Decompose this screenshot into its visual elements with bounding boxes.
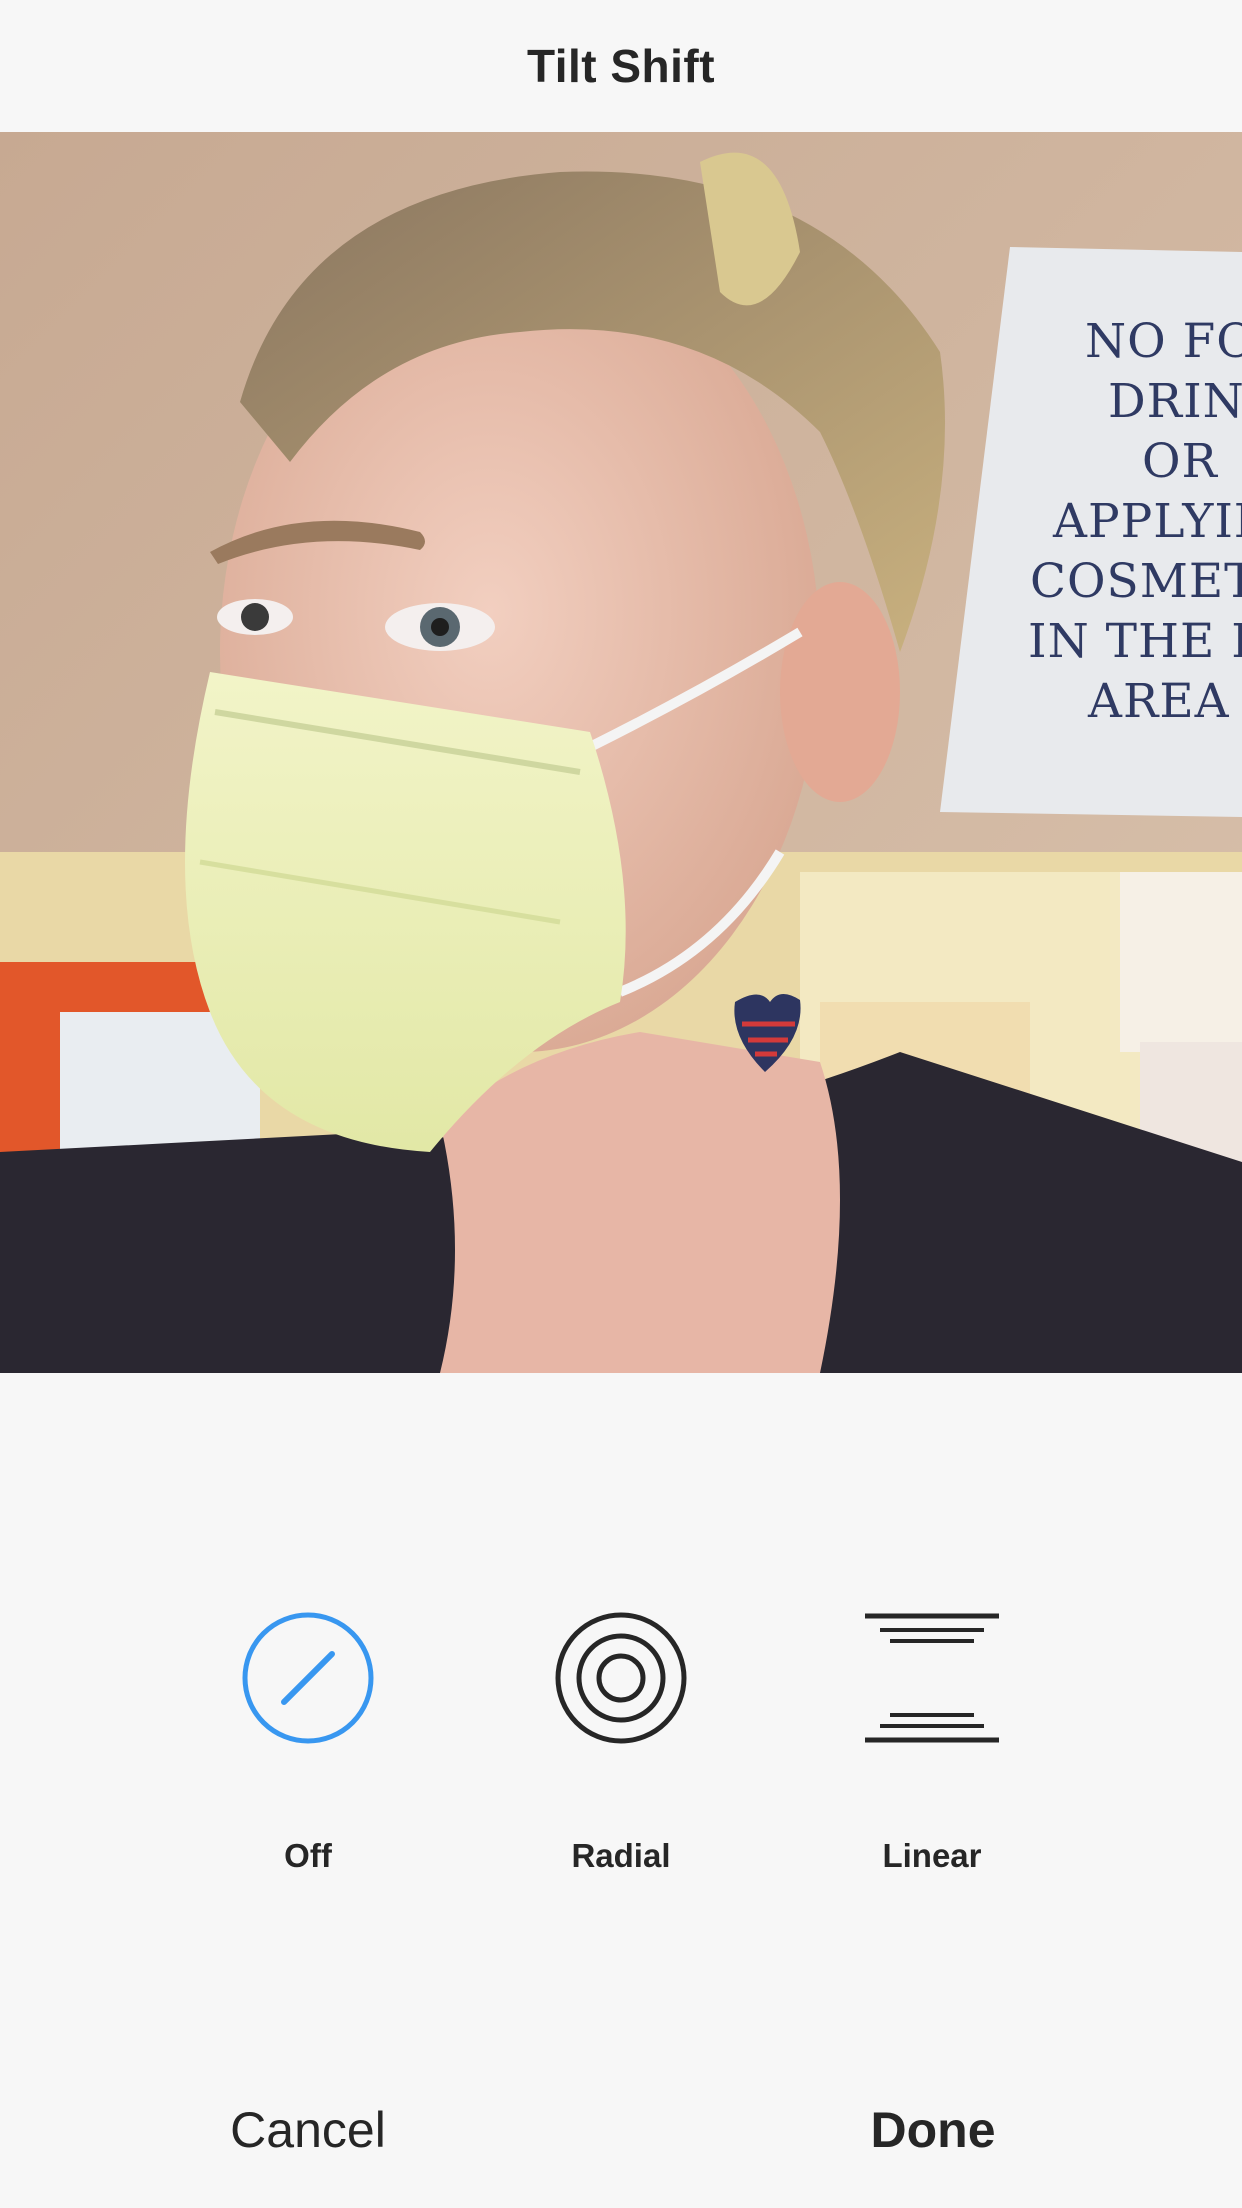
sign-line-1: NO FOOD <box>1085 314 1242 369</box>
tool-radial-label: Radial <box>571 1837 671 1874</box>
sign-line-5: COSMETICS <box>1030 554 1242 609</box>
linear-lines-icon <box>865 1613 999 1743</box>
cancel-button[interactable]: Cancel <box>108 2095 508 2165</box>
sign-line-2: DRINK <box>1108 374 1242 429</box>
radial-rings-icon <box>555 1612 687 1744</box>
tilt-shift-options: Off Radial Linear <box>0 1595 1242 1895</box>
top-bar: Tilt Shift <box>0 0 1242 132</box>
photo-preview[interactable]: NO FOOD DRINK OR APPLYING COSMETICS IN T… <box>0 132 1242 1373</box>
tool-off-label: Off <box>284 1837 332 1874</box>
tool-linear-label: Linear <box>882 1837 982 1874</box>
off-slash-circle-icon <box>242 1612 374 1744</box>
sign-line-4: APPLYING <box>1052 494 1242 549</box>
done-button[interactable]: Done <box>733 2095 1133 2165</box>
sign-line-3: OR <box>1142 434 1219 489</box>
sign-line-7: AREA <box>1087 674 1230 729</box>
tool-off[interactable]: Off <box>188 1595 428 1895</box>
tool-linear[interactable]: Linear <box>812 1595 1052 1895</box>
page-title: Tilt Shift <box>526 40 716 92</box>
sign-line-6: IN THE LAB <box>1028 614 1242 669</box>
photo-image: NO FOOD DRINK OR APPLYING COSMETICS IN T… <box>0 132 1242 1373</box>
tool-radial[interactable]: Radial <box>501 1595 741 1895</box>
